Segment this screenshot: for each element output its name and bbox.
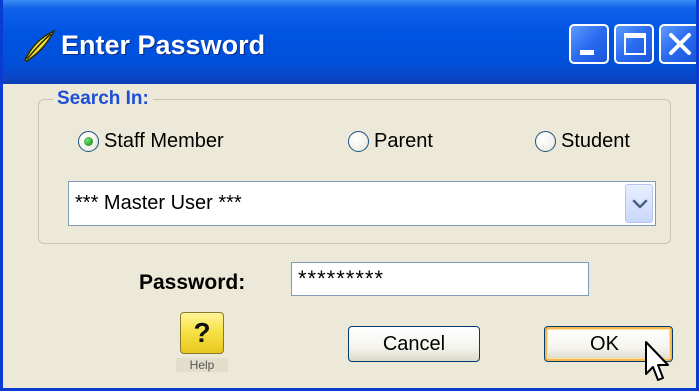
radio-unselected-icon	[535, 130, 556, 152]
help-button[interactable]: ?	[180, 312, 224, 354]
user-select-dropdown-button[interactable]	[625, 184, 653, 223]
radio-label: Parent	[374, 129, 433, 152]
minimize-icon	[580, 50, 594, 55]
chevron-down-icon	[632, 199, 648, 209]
user-select[interactable]: *** Master User ***	[68, 181, 656, 226]
radio-staff-member[interactable]: Staff Member	[78, 129, 224, 153]
radio-label: Staff Member	[104, 129, 224, 152]
radio-selected-icon	[78, 130, 99, 152]
question-mark-icon: ?	[193, 317, 211, 348]
title-bar[interactable]: Enter Password	[3, 0, 696, 84]
password-input[interactable]	[291, 262, 589, 296]
enter-password-dialog: Enter Password Search In: Staff Member P…	[0, 0, 699, 391]
search-in-legend: Search In:	[53, 88, 153, 110]
radio-unselected-icon	[348, 130, 369, 152]
maximize-icon	[624, 33, 646, 55]
close-button[interactable]	[659, 24, 696, 64]
mouse-pointer-icon	[645, 341, 669, 381]
window-title: Enter Password	[61, 30, 266, 60]
maximize-button[interactable]	[614, 24, 654, 64]
cancel-button[interactable]: Cancel	[348, 326, 480, 362]
cancel-button-label: Cancel	[382, 332, 446, 355]
radio-parent[interactable]: Parent	[348, 129, 433, 153]
radio-dot-icon	[84, 136, 93, 146]
user-select-value: *** Master User ***	[75, 192, 242, 214]
password-label: Password:	[139, 271, 246, 294]
leaf-logo-icon	[23, 29, 56, 62]
radio-student[interactable]: Student	[535, 129, 630, 153]
radio-label: Student	[561, 129, 630, 152]
help-label: Help	[176, 358, 228, 372]
close-icon	[669, 33, 691, 55]
minimize-button[interactable]	[569, 24, 609, 64]
ok-button-label: OK	[590, 332, 619, 355]
